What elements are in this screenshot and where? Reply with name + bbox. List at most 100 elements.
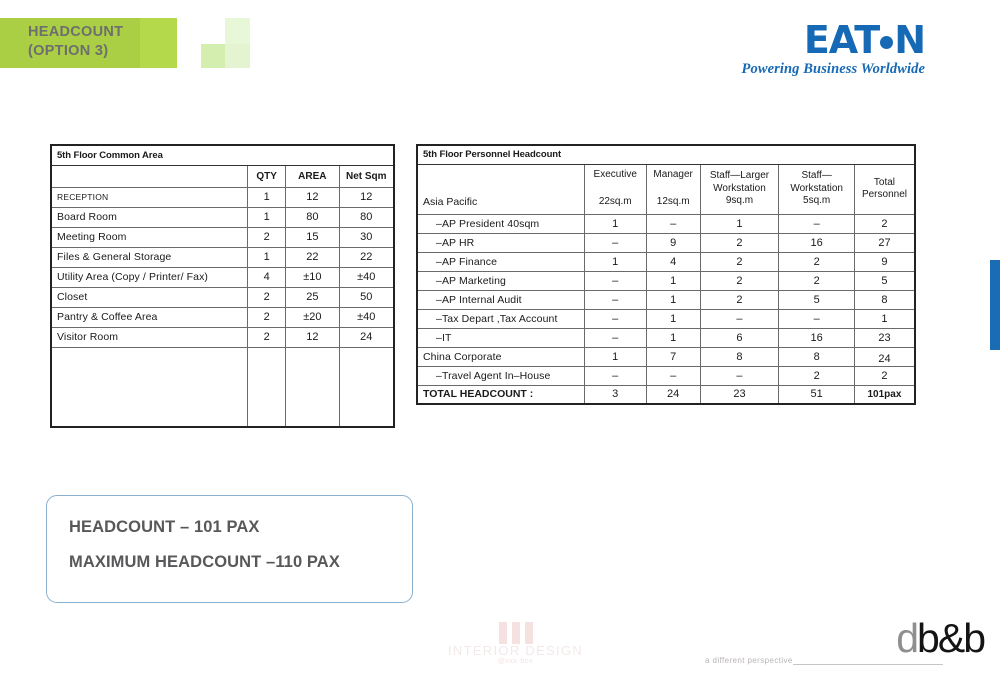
row-dept: China Corporate bbox=[415, 346, 585, 367]
table-row: –AP Finance 1 4 2 2 9 bbox=[415, 251, 916, 272]
row-manager: 4 bbox=[645, 251, 701, 272]
row-manager: – bbox=[645, 365, 701, 386]
table-row: –AP HR – 9 2 16 27 bbox=[415, 232, 916, 253]
col-header-staff-workstation: Staff— Workstation 5sq.m bbox=[778, 163, 855, 215]
total-label: TOTAL HEADCOUNT : bbox=[415, 384, 585, 405]
row-staff-workstation: 2 bbox=[778, 251, 855, 272]
table-empty-area bbox=[50, 346, 395, 428]
eaton-logo: EAT N Powering Business Worldwide bbox=[741, 18, 926, 78]
row-dept: –IT bbox=[415, 327, 585, 348]
row-manager: 9 bbox=[645, 232, 701, 253]
row-total: 8 bbox=[853, 289, 916, 310]
row-net: 30 bbox=[338, 226, 395, 248]
row-executive: – bbox=[583, 327, 647, 348]
row-net: 80 bbox=[338, 206, 395, 228]
row-area: 25 bbox=[285, 286, 340, 308]
row-staff-larger: 2 bbox=[699, 251, 780, 272]
row-qty: 1 bbox=[247, 246, 287, 268]
row-staff-workstation: 2 bbox=[778, 270, 855, 291]
row-qty: 2 bbox=[247, 286, 287, 308]
headcount-table-title: 5th Floor Personnel Headcount bbox=[416, 144, 916, 165]
col-header-executive-line2: 22sq.m bbox=[598, 196, 632, 208]
row-net: 22 bbox=[338, 246, 395, 268]
page-title: HEADCOUNT (OPTION 3) bbox=[28, 24, 124, 59]
col-header-executive-line1: Executive bbox=[593, 169, 637, 181]
row-executive: – bbox=[583, 365, 647, 386]
row-area: ±20 bbox=[285, 306, 340, 328]
row-net: 12 bbox=[338, 186, 395, 208]
row-area: 80 bbox=[285, 206, 340, 228]
table-row: RECEPTION 1 12 12 bbox=[50, 186, 395, 208]
row-staff-larger: 2 bbox=[699, 232, 780, 253]
col-header-manager: Manager 12sq.m bbox=[645, 163, 701, 215]
row-net: ±40 bbox=[338, 306, 395, 328]
col-header-staff-workstation-line2: Workstation bbox=[790, 182, 843, 194]
right-edge-tab[interactable] bbox=[990, 260, 1000, 350]
row-dept: –AP Internal Audit bbox=[415, 289, 585, 310]
row-net: ±40 bbox=[338, 266, 395, 288]
table-row: –AP Internal Audit – 1 2 5 8 bbox=[415, 289, 916, 310]
eaton-wordmark-part-1: EAT bbox=[803, 18, 880, 62]
row-area: 15 bbox=[285, 226, 340, 248]
row-area: 12 bbox=[285, 186, 340, 208]
table-row: Files & General Storage 1 22 22 bbox=[50, 246, 395, 268]
row-staff-larger: 1 bbox=[699, 213, 780, 234]
row-staff-workstation: 16 bbox=[778, 327, 855, 348]
row-dept: –AP Marketing bbox=[415, 270, 585, 291]
row-qty: 2 bbox=[247, 226, 287, 248]
row-qty: 2 bbox=[247, 306, 287, 328]
row-net: 50 bbox=[338, 286, 395, 308]
table-row: Board Room 1 80 80 bbox=[50, 206, 395, 228]
col-header-staff-larger-line2: Workstation bbox=[713, 182, 766, 194]
row-qty: 1 bbox=[247, 186, 287, 208]
row-total: 27 bbox=[853, 232, 916, 253]
table-row: China Corporate 1 7 8 8 24 bbox=[415, 346, 916, 367]
dbb-footer: a different perspective db&b bbox=[705, 615, 990, 680]
common-area-table: 5th Floor Common Area QTY AREA Net Sqm R… bbox=[50, 144, 395, 428]
table-row: Closet 2 25 50 bbox=[50, 286, 395, 308]
row-manager: – bbox=[645, 213, 701, 234]
row-total: 2 bbox=[853, 213, 916, 234]
common-area-column-header-row: QTY AREA Net Sqm bbox=[50, 164, 395, 188]
total-personnel: 101pax bbox=[853, 384, 916, 405]
row-staff-larger: 2 bbox=[699, 289, 780, 310]
col-header-staff-workstation-line1: Staff— bbox=[801, 170, 832, 182]
total-staff-larger: 23 bbox=[699, 384, 780, 405]
dbb-logo-d: d bbox=[896, 615, 919, 661]
eaton-tagline: Powering Business Worldwide bbox=[741, 61, 925, 77]
row-name: Files & General Storage bbox=[50, 246, 249, 268]
row-executive: – bbox=[583, 270, 647, 291]
total-staff-workstation: 51 bbox=[778, 384, 855, 405]
dbb-logo: db&b bbox=[896, 614, 986, 662]
col-header-staff-larger: Staff—Larger Workstation 9sq.m bbox=[699, 163, 780, 215]
row-dept: –AP Finance bbox=[415, 251, 585, 272]
region-label: Asia Pacific bbox=[415, 163, 585, 215]
row-staff-workstation: – bbox=[778, 213, 855, 234]
row-name: Meeting Room bbox=[50, 226, 249, 248]
row-manager: 1 bbox=[645, 327, 701, 348]
common-area-table-header-row: 5th Floor Common Area bbox=[50, 144, 395, 166]
row-executive: – bbox=[583, 308, 647, 329]
row-qty: 1 bbox=[247, 206, 287, 228]
row-staff-larger: 2 bbox=[699, 270, 780, 291]
callout-line-maximum-headcount: MAXIMUM HEADCOUNT –110 PAX bbox=[69, 553, 340, 571]
table-row: –IT – 1 6 16 23 bbox=[415, 327, 916, 348]
col-header-staff-workstation-line3: 5sq.m bbox=[803, 195, 831, 207]
row-name: Board Room bbox=[50, 206, 249, 228]
row-executive: 1 bbox=[583, 251, 647, 272]
row-name: Visitor Room bbox=[50, 326, 249, 348]
row-executive: – bbox=[583, 289, 647, 310]
col-header-qty: QTY bbox=[247, 164, 287, 188]
row-staff-workstation: 16 bbox=[778, 232, 855, 253]
headcount-column-header-row: Asia Pacific Executive 22sq.m Manager 12… bbox=[415, 163, 916, 215]
row-staff-workstation: – bbox=[778, 308, 855, 329]
col-header-staff-larger-line3: 9sq.m bbox=[725, 195, 754, 207]
row-dept: –AP HR bbox=[415, 232, 585, 253]
row-total: 1 bbox=[853, 308, 916, 329]
headcount-table-header-row: 5th Floor Personnel Headcount bbox=[416, 144, 916, 165]
row-net: 24 bbox=[338, 326, 395, 348]
row-manager: 7 bbox=[645, 346, 701, 367]
decor-square-light-3 bbox=[225, 44, 250, 68]
col-header-staff-larger-line1: Staff—Larger bbox=[709, 170, 770, 182]
row-executive: 1 bbox=[583, 346, 647, 367]
